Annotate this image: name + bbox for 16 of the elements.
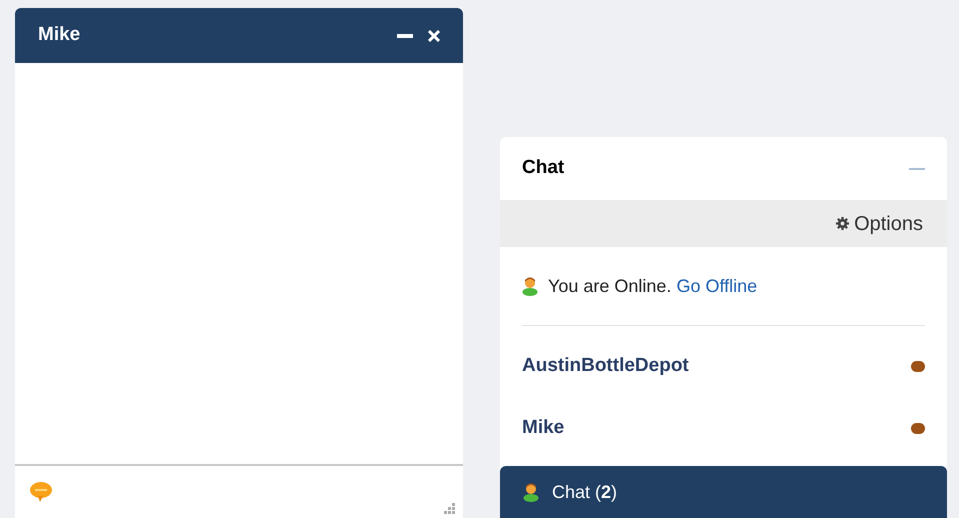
speech-bubble-icon [29, 481, 53, 503]
chat-bar-label: Chat (2) [552, 480, 618, 504]
user-icon [523, 482, 539, 502]
close-icon[interactable] [428, 30, 440, 42]
resize-handle-icon[interactable] [444, 503, 456, 515]
contact-item[interactable]: AustinBottleDepot [500, 335, 947, 397]
window-title: Mike [38, 23, 82, 48]
status-text: You are Online. [548, 276, 672, 296]
gear-icon [836, 217, 850, 230]
contact-item[interactable]: Mike [500, 397, 947, 459]
minimize-icon[interactable] [397, 34, 413, 38]
panel-title: Chat [522, 156, 566, 180]
options-button[interactable]: Options [836, 208, 923, 238]
user-icon [522, 276, 538, 296]
chat-bar[interactable]: Chat (2) [500, 466, 947, 518]
go-offline-link[interactable]: Go Offline [676, 276, 758, 296]
